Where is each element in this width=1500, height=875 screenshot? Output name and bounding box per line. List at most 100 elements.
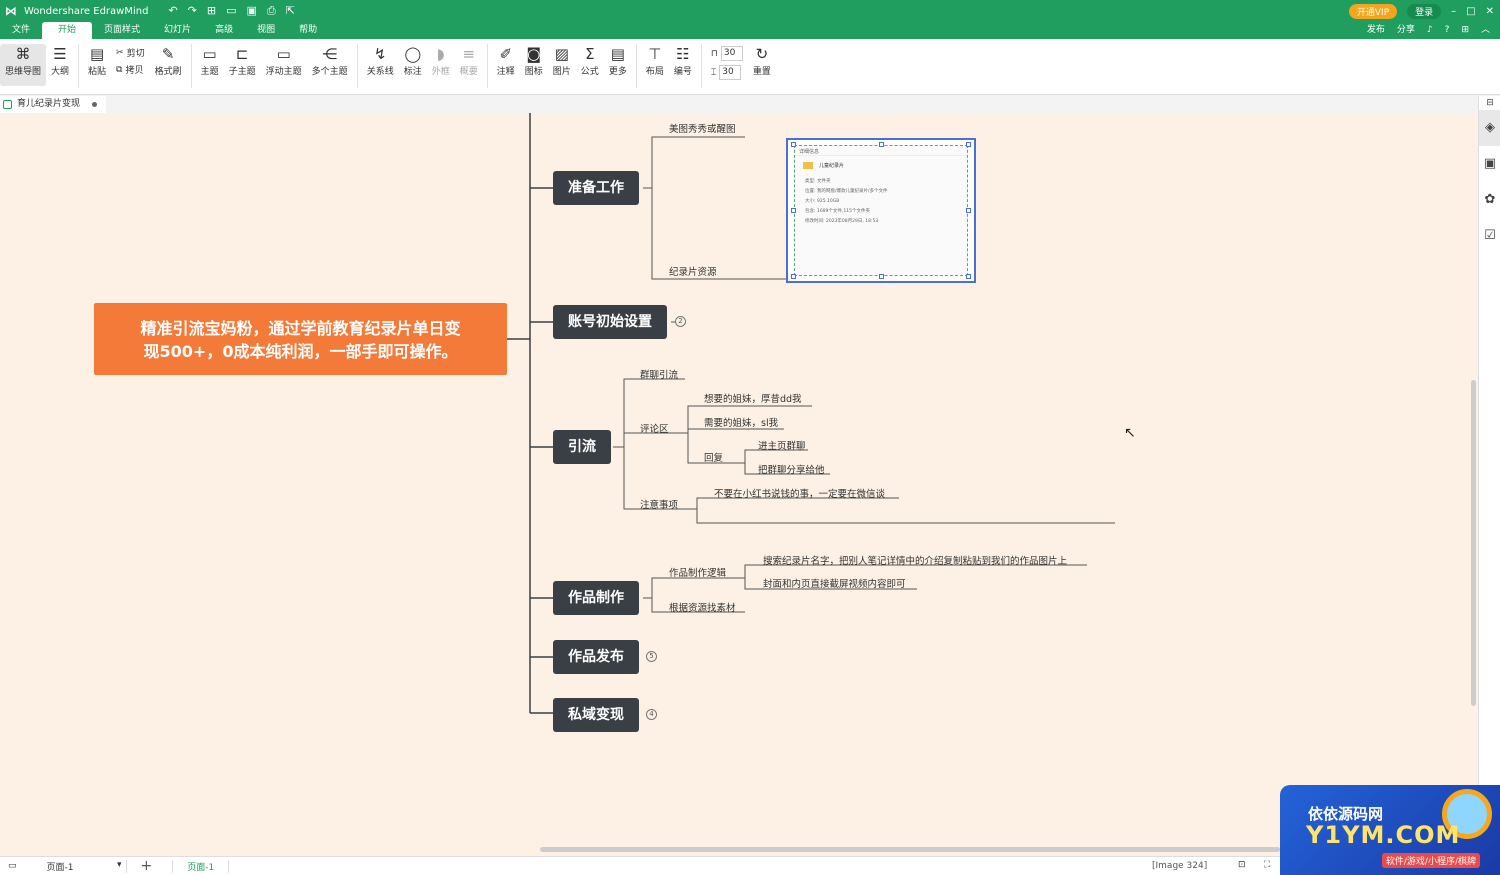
open-file-icon[interactable]: ▭ <box>226 4 236 18</box>
horizontal-scrollbar[interactable] <box>540 847 1280 852</box>
subtopic[interactable]: 回复 <box>704 450 723 464</box>
resize-handle[interactable] <box>791 208 796 213</box>
central-topic[interactable]: 精准引流宝妈粉，通过学前教育纪录片单日变 现500+，0成本纯利润，一部手即可操… <box>94 303 507 375</box>
topic-account[interactable]: 账号初始设置 <box>553 305 667 339</box>
save-icon[interactable]: ▣ <box>247 4 257 18</box>
menu-page-style[interactable]: 页面样式 <box>92 22 152 39</box>
share-button[interactable]: 分享 <box>1397 22 1415 39</box>
layout-button[interactable]: ⊤ 布局 <box>641 44 669 86</box>
subtopic[interactable]: 进主页群聊 <box>758 438 806 452</box>
summary-button[interactable]: ≡ 概要 <box>455 44 483 86</box>
floating-topic-button[interactable]: ▭ 浮动主题 <box>261 44 307 86</box>
relationship-button[interactable]: ↯ 关系线 <box>362 44 399 86</box>
embedded-screenshot[interactable]: 详细信息 儿童纪录片 类型: 文件夹 位置: 我的网盘/爆款儿童纪录片/多个文件… <box>786 138 976 283</box>
format-painter-button[interactable]: ✎ 格式刷 <box>150 44 187 86</box>
panel-toggle-icon[interactable]: ⊟ <box>1479 96 1500 110</box>
collapsed-count-badge[interactable]: 2 <box>675 316 686 327</box>
apps-icon[interactable]: ⊞ <box>1461 22 1469 39</box>
boundary-button[interactable]: ◗ 外框 <box>427 44 455 86</box>
close-button[interactable]: ✕ <box>1486 6 1494 17</box>
mindmap-view-button[interactable]: ⌘ 思维导图 <box>0 44 47 86</box>
subtopic-button[interactable]: ⊏ 子主题 <box>224 44 261 86</box>
vip-button[interactable]: 开通VIP <box>1348 3 1398 19</box>
page-tab[interactable]: 页面-1 <box>172 859 230 873</box>
document-tab[interactable]: 育儿纪录片变现 <box>0 96 106 113</box>
picture-button[interactable]: ▨ 图片 <box>548 44 576 86</box>
subtopic[interactable]: 根据资源找素材 <box>669 600 736 614</box>
outline-view-button[interactable]: ☰ 大纲 <box>46 44 74 86</box>
topic-publish[interactable]: 作品发布 <box>553 640 639 674</box>
icon-button[interactable]: ◙ 图标 <box>520 44 548 86</box>
copy-button[interactable]: ⧉ 拷贝 <box>116 63 145 77</box>
login-button[interactable]: 登录 <box>1407 3 1442 19</box>
vertical-scrollbar[interactable] <box>1471 380 1476 706</box>
multi-topic-button[interactable]: ⋲ 多个主题 <box>307 44 353 86</box>
format-brush-icon[interactable]: ◈ <box>1479 110 1500 146</box>
page-panel-icon[interactable]: ▭ <box>8 861 17 871</box>
publish-button[interactable]: 发布 <box>1367 22 1385 39</box>
topic-production[interactable]: 作品制作 <box>553 581 639 615</box>
export-icon[interactable]: ⇱ <box>286 4 295 18</box>
resize-handle[interactable] <box>966 274 971 279</box>
resize-handle[interactable] <box>791 142 796 147</box>
paste-button[interactable]: ▤ 粘贴 <box>83 44 111 86</box>
cut-button[interactable]: ✂ 剪切 <box>116 46 145 60</box>
subtopic[interactable]: 评论区 <box>640 421 669 435</box>
topic-monetize[interactable]: 私域变现 <box>553 698 639 732</box>
callout-icon: ◯ <box>404 45 422 63</box>
fit-page-icon[interactable]: ⊡ <box>1238 860 1246 870</box>
horizontal-spacing-input[interactable]: 30 <box>720 46 743 61</box>
subtopic[interactable]: 注意事项 <box>640 497 678 511</box>
fullscreen-icon[interactable]: ⛶ <box>1264 860 1270 870</box>
resize-handle[interactable] <box>966 142 971 147</box>
menu-advanced[interactable]: 高级 <box>203 22 245 39</box>
subtopic[interactable]: 不要在小红书说钱的事，一定要在微信谈 <box>714 486 885 500</box>
divider <box>190 44 192 88</box>
theme-icon[interactable]: ✿ <box>1479 182 1500 218</box>
help-icon[interactable]: ? <box>1445 22 1450 39</box>
new-file-icon[interactable]: ⊞ <box>207 4 216 18</box>
subtopic[interactable]: 想要的姐妹，厚昔dd我 <box>704 391 802 405</box>
collapsed-count-badge[interactable]: 5 <box>646 651 657 662</box>
menu-home[interactable]: 开始 <box>42 22 93 39</box>
numbering-button[interactable]: ☷ 编号 <box>669 44 697 86</box>
maximize-button[interactable]: □ <box>1466 6 1475 17</box>
vertical-spacing-input[interactable]: 30 <box>719 65 742 80</box>
subtopic[interactable]: 美图秀秀或醒图 <box>669 121 736 135</box>
print-icon[interactable]: ⎙ <box>267 4 276 18</box>
subtopic[interactable]: 纪录片资源 <box>669 264 717 278</box>
page-settings-icon[interactable]: ▣ <box>1479 146 1500 182</box>
callout-button[interactable]: ◯ 标注 <box>399 44 427 86</box>
undo-icon[interactable]: ↶ <box>168 4 177 18</box>
menu-slides[interactable]: 幻灯片 <box>152 22 203 39</box>
menu-help[interactable]: 帮助 <box>287 22 329 39</box>
topic-traffic[interactable]: 引流 <box>553 430 611 464</box>
collapsed-count-badge[interactable]: 4 <box>646 709 657 720</box>
page-select[interactable]: 页面-1 ▾ <box>47 859 127 873</box>
reset-button[interactable]: ↻ 重置 <box>748 44 776 86</box>
subtopic[interactable]: 封面和内页直接截屏视频内容即可 <box>763 576 906 590</box>
resize-handle[interactable] <box>879 274 884 279</box>
resize-handle[interactable] <box>791 274 796 279</box>
collapse-ribbon-icon[interactable]: ︿ <box>1481 22 1490 39</box>
minimize-button[interactable]: – <box>1451 6 1456 17</box>
note-button[interactable]: ✐ 注释 <box>492 44 520 86</box>
menu-view[interactable]: 视图 <box>245 22 287 39</box>
more-button[interactable]: ▤ 更多 <box>604 44 632 86</box>
topic-button[interactable]: ▭ 主题 <box>196 44 224 86</box>
topic-prep[interactable]: 准备工作 <box>553 171 639 205</box>
task-icon[interactable]: ☑ <box>1479 218 1500 254</box>
bell-icon[interactable]: ♪ <box>1427 22 1433 39</box>
mindmap-canvas[interactable]: 精准引流宝妈粉，通过学前教育纪录片单日变 现500+，0成本纯利润，一部手即可操… <box>0 113 1478 851</box>
subtopic[interactable]: 需要的姐妹，sl我 <box>704 415 778 429</box>
formula-button[interactable]: Σ 公式 <box>576 44 604 86</box>
subtopic[interactable]: 群聊引流 <box>640 367 678 381</box>
subtopic[interactable]: 把群聊分享给他 <box>758 462 825 476</box>
resize-handle[interactable] <box>966 208 971 213</box>
menu-file[interactable]: 文件 <box>0 22 42 39</box>
add-page-button[interactable]: + <box>141 858 153 874</box>
subtopic[interactable]: 作品制作逻辑 <box>669 565 726 579</box>
resize-handle[interactable] <box>879 142 884 147</box>
subtopic[interactable]: 搜索纪录片名字，把别人笔记详情中的介绍复制粘贴到我们的作品图片上 <box>763 553 1067 567</box>
redo-icon[interactable]: ↷ <box>188 4 197 18</box>
